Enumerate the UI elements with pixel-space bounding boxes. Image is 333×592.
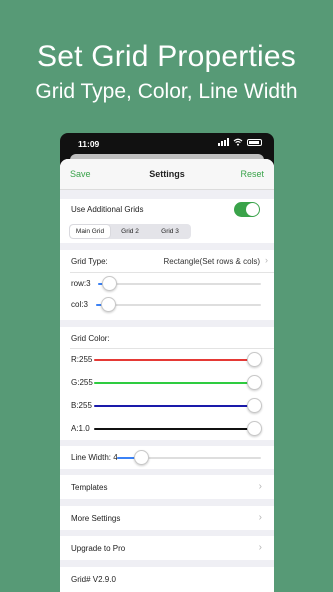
tab-grid-3[interactable]: Grid 3 (150, 225, 190, 238)
wifi-icon (233, 138, 243, 146)
signal-icon (218, 138, 229, 146)
status-time: 11:09 (78, 139, 100, 149)
row-label: row:3 (71, 279, 91, 288)
upgrade-row[interactable]: Upgrade to Pro › (60, 536, 274, 560)
battery-icon (247, 138, 262, 146)
tab-grid-2[interactable]: Grid 2 (110, 225, 150, 238)
line-width-label: Line Width: 4 (71, 453, 118, 462)
grid-type-label: Grid Type: (71, 257, 108, 266)
more-settings-row[interactable]: More Settings › (60, 506, 274, 530)
divider (70, 272, 274, 273)
nav-bar: Save Settings Reset (60, 159, 274, 190)
color-channel-slider-fill (94, 382, 254, 384)
reset-button[interactable]: Reset (240, 169, 264, 179)
color-channel-slider-thumb[interactable] (247, 421, 262, 436)
line-width-slider[interactable] (117, 450, 261, 465)
additional-grids-toggle[interactable] (234, 202, 260, 217)
col-label: col:3 (71, 300, 88, 309)
tab-main-grid[interactable]: Main Grid (70, 225, 110, 238)
chevron-right-icon: › (265, 255, 268, 265)
color-channel-slider[interactable] (94, 398, 262, 413)
grid-color-label: Grid Color: (71, 334, 110, 343)
grid-type-group: Grid Type: Rectangle(Set rows & cols) › … (60, 250, 274, 320)
line-width-slider-thumb[interactable] (134, 450, 150, 465)
line-width-group: Line Width: 4 (60, 446, 274, 469)
row-slider-thumb[interactable] (102, 276, 118, 291)
col-slider-thumb[interactable] (100, 297, 116, 312)
color-channel-label: A:1.0 (71, 424, 90, 433)
additional-grids-label: Use Additional Grids (71, 205, 144, 214)
color-channel-slider-fill (94, 359, 254, 361)
additional-grids-group: Use Additional Grids Main Grid Grid 2 Gr… (60, 199, 274, 243)
templates-row[interactable]: Templates › (60, 475, 274, 499)
promo-title: Set Grid Properties (37, 40, 296, 73)
upgrade-label: Upgrade to Pro (71, 544, 126, 553)
color-channel-label: G:255 (71, 378, 93, 387)
status-bar: 11:09 (60, 133, 274, 155)
chevron-right-icon: › (258, 542, 262, 553)
color-channel-slider[interactable] (94, 352, 262, 367)
settings-sheet: Save Settings Reset Use Additional Grids… (60, 159, 274, 592)
grid-segmented-control: Main Grid Grid 2 Grid 3 (69, 224, 191, 239)
templates-label: Templates (71, 483, 108, 492)
phone-frame: 11:09 Save Settings Reset Use Additional… (60, 133, 274, 592)
color-channel-slider-thumb[interactable] (247, 375, 262, 390)
color-channel-label: R:255 (71, 355, 93, 364)
grid-type-value[interactable]: Rectangle(Set rows & cols) (164, 257, 260, 266)
version-label: Grid# V2.9.0 (71, 575, 116, 584)
col-slider[interactable] (96, 297, 261, 312)
color-channel-slider-fill (94, 405, 254, 407)
color-channel-slider-thumb[interactable] (247, 398, 262, 413)
color-channel-label: B:255 (71, 401, 92, 410)
status-icons (218, 138, 262, 146)
toggle-knob (246, 203, 259, 216)
chevron-right-icon: › (258, 512, 262, 523)
color-channel-slider[interactable] (94, 375, 262, 390)
color-channel-slider-fill (94, 428, 254, 430)
divider (70, 348, 274, 349)
color-channel-slider[interactable] (94, 421, 262, 436)
row-slider[interactable] (98, 276, 261, 291)
version-row: Grid# V2.9.0 (60, 567, 274, 592)
more-settings-label: More Settings (71, 514, 121, 523)
chevron-right-icon: › (258, 481, 262, 492)
grid-color-group: Grid Color: R:255 G:255 B:255 A:1.0 (60, 327, 274, 440)
color-channel-slider-thumb[interactable] (247, 352, 262, 367)
promo-subtitle: Grid Type, Color, Line Width (35, 80, 298, 103)
